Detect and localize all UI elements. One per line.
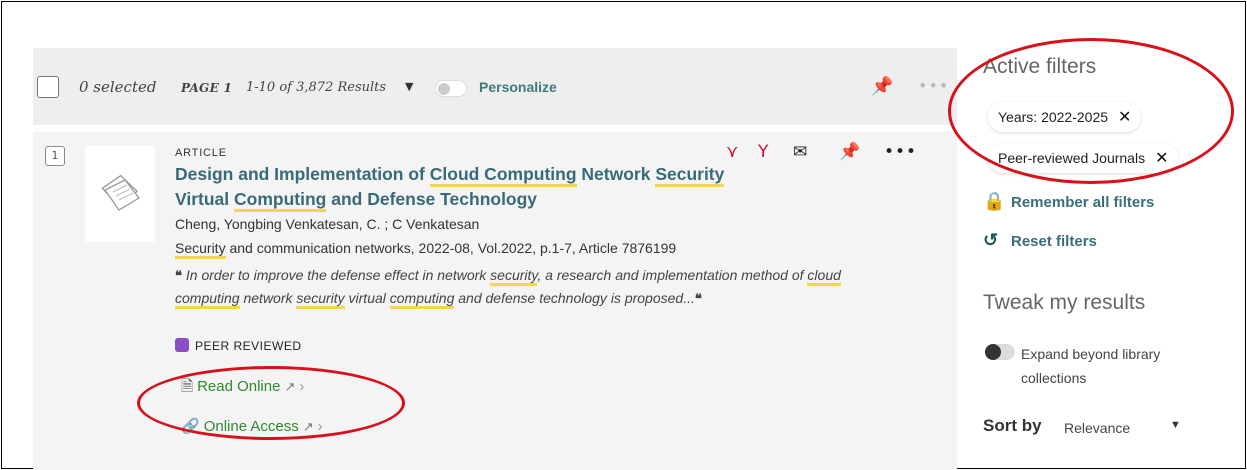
tweak-results-heading: Tweak my results	[983, 291, 1146, 314]
document-thumbnail-icon	[85, 146, 155, 242]
more-options-icon[interactable]: •••	[918, 76, 949, 95]
expand-beyond-label: Expand beyond library collections	[1021, 346, 1161, 386]
lock-icon: 🔒	[983, 191, 1006, 211]
peer-reviewed-icon	[175, 338, 189, 352]
close-icon[interactable]: ✕	[1155, 150, 1168, 167]
snippet-highlight: security	[296, 290, 345, 309]
source-highlight: Security	[175, 240, 226, 259]
filter-chip-years[interactable]: Years: 2022-2025 ✕	[988, 102, 1142, 132]
read-online-link[interactable]: 🗎 Read Online ↗ ›	[181, 376, 304, 401]
link-icon: 🔗	[181, 418, 200, 435]
snippet-part: , a research and implementation method o…	[537, 267, 808, 283]
chevron-right-icon: ›	[317, 418, 323, 435]
peer-reviewed-badge: PEER REVIEWED	[175, 338, 302, 353]
external-link-icon: ↗	[302, 419, 314, 434]
title-highlight: Computing	[234, 189, 327, 212]
title-highlight: Security	[655, 164, 725, 187]
results-toolbar: 0 selected PAGE 1 1-10 of 3,872 Results …	[33, 48, 957, 125]
snippet-part: and defense technology is proposed...	[454, 290, 695, 306]
sort-by-label: Sort by	[983, 416, 1042, 435]
more-actions-icon[interactable]: •••	[884, 142, 917, 162]
result-snippet: ❝ In order to improve the defense effect…	[175, 264, 865, 310]
filter-chip-peer-reviewed[interactable]: Peer-reviewed Journals ✕	[988, 143, 1179, 173]
remember-filters-button[interactable]: 🔒 Remember all filters	[983, 191, 1154, 212]
snippet-part: In order to improve the defense effect i…	[185, 267, 491, 283]
result-authors: Cheng, Yongbing Venkatesan, C. ; C Venka…	[175, 216, 480, 232]
title-part: Network	[576, 164, 656, 184]
quote-open-icon: ❝	[175, 268, 182, 283]
quote-close-icon: ❝	[694, 291, 702, 306]
result-title-link[interactable]: Design and Implementation of Cloud Compu…	[175, 162, 815, 212]
filter-chip-label: Years: 2022-2025	[998, 109, 1109, 125]
pin-record-icon[interactable]: 📌	[839, 142, 860, 162]
active-filters-heading: Active filters	[983, 55, 1097, 78]
title-part: Design and Implementation of	[175, 164, 430, 184]
selected-count: 0 selected	[79, 78, 157, 96]
page-indicator: PAGE 1	[181, 81, 233, 95]
reset-label: Reset filters	[1011, 233, 1097, 250]
cite-icon[interactable]: ⋎	[726, 142, 738, 162]
export-icon[interactable]: Y	[758, 142, 768, 162]
title-part: Virtual	[175, 189, 235, 209]
pin-icon[interactable]: 📌	[871, 76, 893, 97]
snippet-part: network	[239, 290, 297, 306]
snippet-part: virtual	[344, 290, 390, 306]
expand-beyond-toggle[interactable]	[985, 344, 1015, 360]
reset-filters-button[interactable]: ↺ Reset filters	[983, 230, 1097, 251]
email-icon[interactable]: ✉	[793, 142, 807, 162]
filter-chip-label: Peer-reviewed Journals	[998, 150, 1146, 166]
result-number: 1	[45, 146, 65, 166]
result-source: Security and communication networks, 202…	[175, 240, 677, 259]
title-highlight: Cloud Computing	[429, 164, 577, 187]
results-dropdown-icon[interactable]: ▼	[405, 80, 413, 93]
personalize-label[interactable]: Personalize	[479, 79, 557, 95]
online-access-label: Online Access	[203, 418, 299, 435]
select-all-checkbox[interactable]	[37, 76, 59, 98]
external-link-icon: ↗	[284, 379, 296, 394]
sort-select[interactable]: Relevance	[1064, 420, 1130, 436]
remember-label: Remember all filters	[1011, 194, 1155, 211]
close-icon[interactable]: ✕	[1118, 109, 1131, 126]
personalize-toggle[interactable]	[435, 80, 467, 97]
source-text: and communication networks, 2022-08, Vol…	[225, 240, 677, 256]
snippet-highlight: security	[490, 267, 538, 286]
snippet-highlight: computing	[389, 290, 455, 309]
resource-type: ARTICLE	[175, 147, 227, 159]
read-online-label: Read Online	[197, 378, 281, 395]
online-access-link[interactable]: 🔗 Online Access ↗ ›	[181, 417, 323, 435]
peer-reviewed-label: PEER REVIEWED	[195, 339, 302, 353]
title-part: and Defense Technology	[326, 189, 538, 209]
result-item: 1 ⋎ Y ✉ 📌 ••• ARTICLE Design and Impleme…	[33, 132, 957, 470]
chevron-down-icon[interactable]: ▼	[1170, 419, 1181, 431]
reset-icon: ↺	[983, 230, 999, 250]
document-icon: 🗎	[181, 378, 194, 395]
chevron-right-icon: ›	[299, 378, 305, 395]
results-count[interactable]: 1-10 of 3,872 Results	[246, 80, 386, 95]
